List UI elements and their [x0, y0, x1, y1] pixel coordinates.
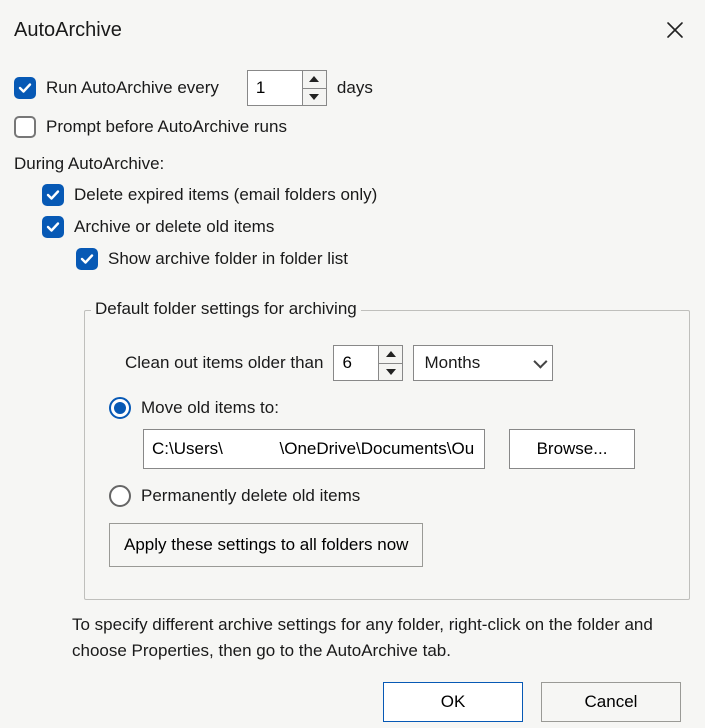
- clean-value-input[interactable]: [333, 345, 379, 381]
- chevron-down-icon: [386, 369, 396, 375]
- clean-row: Clean out items older than Months: [125, 345, 675, 381]
- move-row: Move old items to:: [109, 397, 675, 419]
- clean-label: Clean out items older than: [125, 353, 323, 373]
- check-icon: [46, 188, 60, 202]
- run-label: Run AutoArchive every: [46, 78, 219, 98]
- clean-spinner: [333, 345, 403, 381]
- check-icon: [46, 220, 60, 234]
- perm-label: Permanently delete old items: [141, 486, 360, 506]
- clean-up[interactable]: [379, 346, 402, 364]
- chevron-up-icon: [309, 76, 319, 82]
- show-folder-checkbox[interactable]: [76, 248, 98, 270]
- clean-unit-label: Months: [424, 353, 480, 373]
- move-radio[interactable]: [109, 397, 131, 419]
- delete-expired-row: Delete expired items (email folders only…: [42, 184, 691, 206]
- dialog-footer: OK Cancel: [383, 682, 681, 722]
- dialog-title: AutoArchive: [14, 19, 122, 42]
- dropdown-icon: [534, 355, 548, 369]
- delete-expired-checkbox[interactable]: [42, 184, 64, 206]
- during-label: During AutoArchive:: [14, 154, 691, 174]
- run-unit: days: [337, 78, 373, 98]
- run-checkbox[interactable]: [14, 77, 36, 99]
- check-icon: [80, 252, 94, 266]
- archive-old-row: Archive or delete old items: [42, 216, 691, 238]
- run-days-input[interactable]: [247, 70, 303, 106]
- move-label: Move old items to:: [141, 398, 279, 418]
- hint-text: To specify different archive settings fo…: [72, 612, 688, 663]
- apply-all-button[interactable]: Apply these settings to all folders now: [109, 523, 423, 567]
- apply-row: Apply these settings to all folders now: [109, 523, 675, 567]
- close-button[interactable]: [659, 14, 691, 46]
- group-legend: Default folder settings for archiving: [91, 299, 361, 319]
- ok-button[interactable]: OK: [383, 682, 523, 722]
- show-folder-label: Show archive folder in folder list: [108, 249, 348, 269]
- title-bar: AutoArchive: [0, 0, 705, 52]
- dialog-body: Run AutoArchive every days Prompt before…: [0, 52, 705, 270]
- delete-expired-label: Delete expired items (email folders only…: [74, 185, 377, 205]
- prompt-checkbox[interactable]: [14, 116, 36, 138]
- chevron-up-icon: [386, 351, 396, 357]
- archive-old-label: Archive or delete old items: [74, 217, 274, 237]
- show-folder-row: Show archive folder in folder list: [76, 248, 691, 270]
- run-days-spinner: [247, 70, 327, 106]
- prompt-row: Prompt before AutoArchive runs: [14, 116, 691, 138]
- run-days-up[interactable]: [303, 71, 326, 89]
- run-row: Run AutoArchive every days: [14, 70, 691, 106]
- prompt-label: Prompt before AutoArchive runs: [46, 117, 287, 137]
- clean-down[interactable]: [379, 364, 402, 381]
- path-row: Browse...: [143, 429, 675, 469]
- archive-path-input[interactable]: [143, 429, 485, 469]
- cancel-button[interactable]: Cancel: [541, 682, 681, 722]
- archive-old-checkbox[interactable]: [42, 216, 64, 238]
- run-days-down[interactable]: [303, 89, 326, 106]
- close-icon: [666, 21, 684, 39]
- autoarchive-dialog: AutoArchive Run AutoArchive every days: [0, 0, 705, 728]
- default-settings-group: Default folder settings for archiving Cl…: [84, 310, 690, 600]
- browse-button[interactable]: Browse...: [509, 429, 635, 469]
- chevron-down-icon: [309, 94, 319, 100]
- check-icon: [18, 81, 32, 95]
- clean-unit-select[interactable]: Months: [413, 345, 553, 381]
- perm-radio[interactable]: [109, 485, 131, 507]
- perm-row: Permanently delete old items: [109, 485, 675, 507]
